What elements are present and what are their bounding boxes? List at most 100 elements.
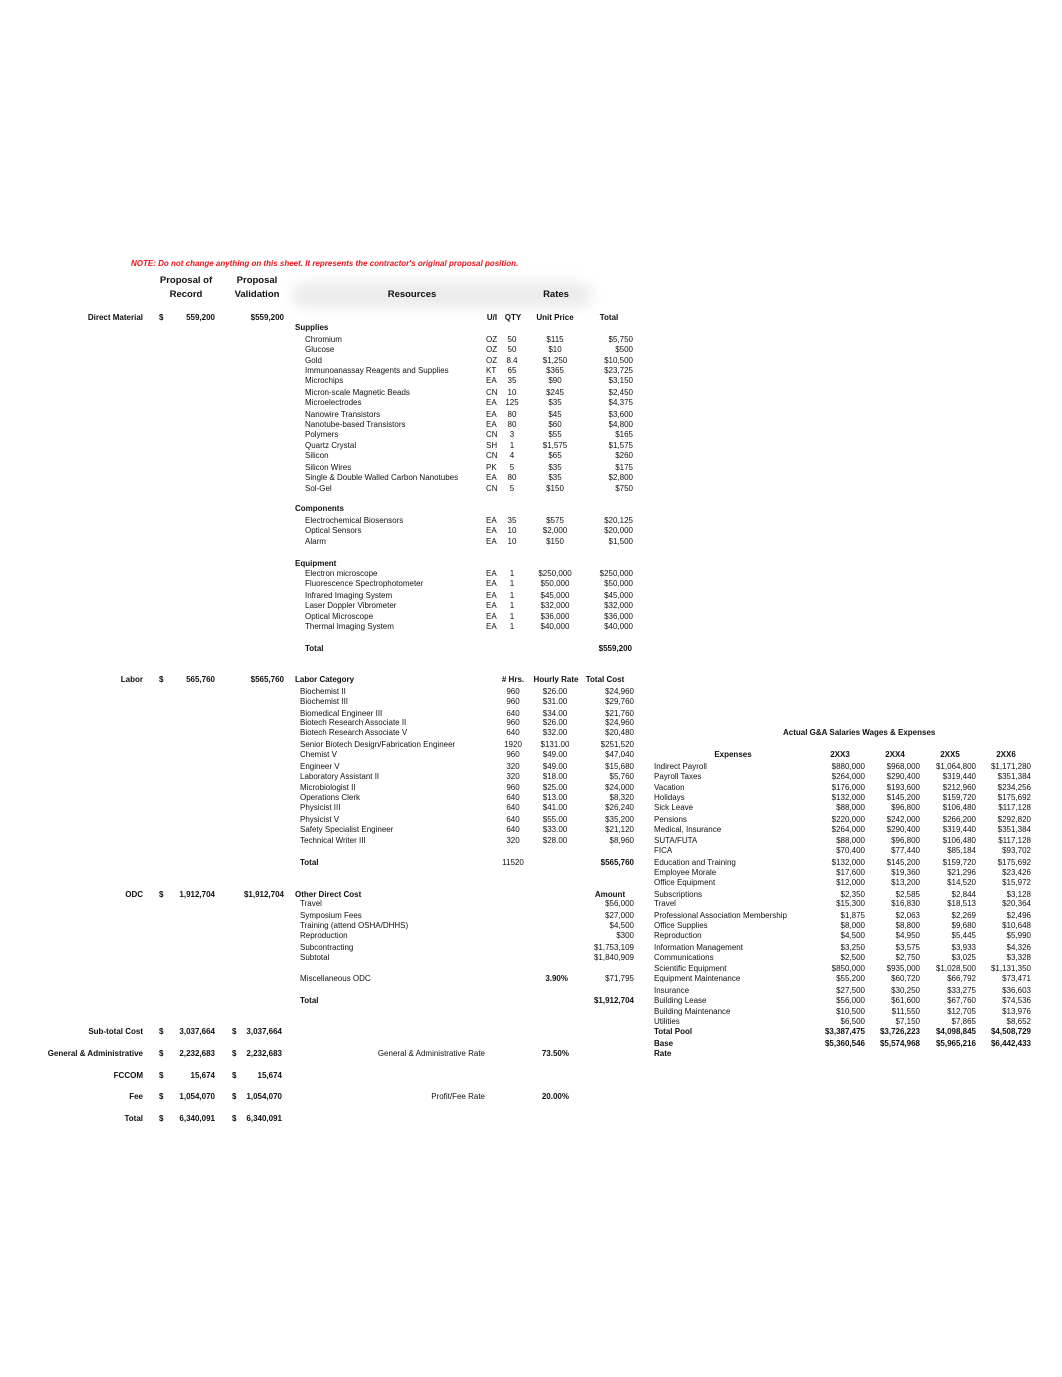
summary-validation-subtotal: 3,037,664 (246, 1027, 282, 1036)
ga-expense-value: $93,702 (1002, 846, 1031, 855)
labor-category: Senior Biotech Design/Fabrication Engine… (300, 740, 456, 749)
materials-total: $559,200 (598, 644, 632, 653)
header-proposal-of-record: Proposal of Record (150, 274, 222, 302)
material-name: Chromium (305, 335, 342, 344)
supplies-label: Supplies (295, 323, 329, 332)
odc-total-label: Total (300, 996, 319, 1005)
material-total: $750 (615, 484, 633, 493)
material-name: Sol-Gel (305, 484, 332, 493)
header-line: Validation (234, 289, 280, 300)
ga-total-pool-value: $4,508,729 (990, 1027, 1031, 1036)
header-line: Proposal of (159, 275, 213, 286)
odc-item: Training (attend OSHA/DHHS) (300, 921, 409, 930)
material-total: $1,575 (608, 441, 633, 450)
ga-expense-value: $4,326 (1006, 943, 1031, 952)
odc-item: Reproduction (300, 931, 348, 940)
col-total: Total (599, 313, 619, 322)
material-total: $2,450 (608, 388, 633, 397)
labor-total-cost: $565,760 (600, 858, 634, 867)
ga-expense-value: $351,384 (997, 772, 1031, 781)
ga-expense-value: $292,820 (997, 815, 1031, 824)
summary-validation-total: 6,340,091 (246, 1114, 282, 1123)
material-name: Nanotube-based Transistors (305, 420, 406, 429)
material-name: Gold (305, 356, 322, 365)
sheet-note: NOTE: Do not change anything on this she… (131, 259, 519, 268)
labor-cost: $29,760 (605, 697, 634, 706)
labor-cost: $24,960 (605, 718, 634, 727)
material-name: Silicon (305, 451, 329, 460)
ga-expense-value: $1,131,350 (990, 964, 1031, 973)
labor-category: Technical Writer III (300, 836, 366, 845)
labor-category: Chemist V (300, 750, 337, 759)
header-resources: Resources (387, 289, 437, 300)
labor-cost: $251,520 (600, 740, 634, 749)
ga-expense-value: $117,128 (998, 803, 1031, 812)
ga-title: Actual G&A Salaries Wages & Expenses (783, 728, 936, 737)
rate-value-fee: 20.00% (541, 1092, 569, 1101)
material-name: Microelectrodes (305, 398, 362, 407)
odc-amount: $1,753,109 (593, 943, 634, 952)
material-name: Infrared Imaging System (305, 591, 393, 600)
rate-value-ga: 73.50% (541, 1049, 569, 1058)
ga-expense-value: $2,496 (1006, 911, 1031, 920)
material-total: $32,000 (604, 601, 633, 610)
summary-validation-odc: $1,912,704 (243, 890, 284, 899)
header-line: Proposal (236, 275, 278, 286)
ga-expense-value: $175,692 (997, 793, 1031, 802)
labor-total-label: Total (300, 858, 319, 867)
summary-validation-fee: 1,054,070 (246, 1092, 282, 1101)
material-total: $23,725 (604, 366, 633, 375)
labor-cost: $24,000 (605, 783, 634, 792)
odc-total: $1,912,704 (593, 996, 634, 1005)
labor-category: Safety Specialist Engineer (300, 825, 394, 834)
material-total: $250,000 (599, 569, 633, 578)
material-total: $20,000 (604, 526, 633, 535)
material-total: $36,000 (604, 612, 633, 621)
odc-item: Travel (300, 899, 322, 908)
labor-category: Biotech Research Associate II (300, 718, 407, 727)
odc-amount: $4,500 (609, 921, 634, 930)
labor-cost: $8,960 (609, 836, 634, 845)
material-name: Alarm (305, 537, 326, 546)
ga-expense-value: $23,426 (1002, 868, 1031, 877)
material-total: $2,800 (608, 473, 633, 482)
material-name: Fluorescence Spectrophotometer (305, 579, 424, 588)
equipment-label: Equipment (295, 559, 337, 568)
material-name: Nanowire Transistors (305, 410, 381, 419)
material-name: Thermal Imaging System (305, 622, 394, 631)
labor-category: Microbiologist II (300, 783, 356, 792)
odc-item: Subtotal (300, 953, 330, 962)
labor-category: Biochemist II (300, 687, 346, 696)
summary-validation-direct-material: $559,200 (250, 313, 284, 322)
material-total: $45,000 (604, 591, 633, 600)
material-name: Optical Microscope (305, 612, 374, 621)
odc-amount: $1,840,909 (593, 953, 634, 962)
material-total: $4,375 (608, 398, 633, 407)
material-name: Microchips (305, 376, 344, 385)
ga-expense-value: $73,471 (1002, 974, 1031, 983)
labor-cost: $26,240 (605, 803, 634, 812)
labor-cost: $8,320 (609, 793, 634, 802)
col-labor-category: Labor Category (295, 675, 355, 684)
ga-expense-value: $117,128 (998, 836, 1031, 845)
labor-category: Operations Clerk (300, 793, 361, 802)
col-expenses: Expenses (714, 750, 752, 759)
odc-amount: $300 (616, 931, 634, 940)
labor-cost: $21,120 (605, 825, 634, 834)
material-name: Glucose (305, 345, 335, 354)
material-total: $40,000 (604, 622, 633, 631)
labor-category: Engineer V (300, 762, 340, 771)
ga-expense-value: $351,384 (997, 825, 1031, 834)
ga-expense-value: $3,328 (1006, 953, 1031, 962)
odc-amount: $56,000 (605, 899, 634, 908)
ga-expense-value: $1,171,280 (990, 762, 1031, 771)
labor-category: Laboratory Assistant II (300, 772, 380, 781)
labor-category: Biotech Research Associate V (300, 728, 408, 737)
material-total: $50,000 (604, 579, 633, 588)
material-total: $5,750 (608, 335, 633, 344)
material-name: Optical Sensors (305, 526, 362, 535)
odc-misc-label: Miscellaneous ODC (300, 974, 371, 983)
material-name: Electron microscope (305, 569, 378, 578)
odc-amount: $27,000 (605, 911, 634, 920)
ga-expense-value: $8,652 (1006, 1017, 1031, 1026)
